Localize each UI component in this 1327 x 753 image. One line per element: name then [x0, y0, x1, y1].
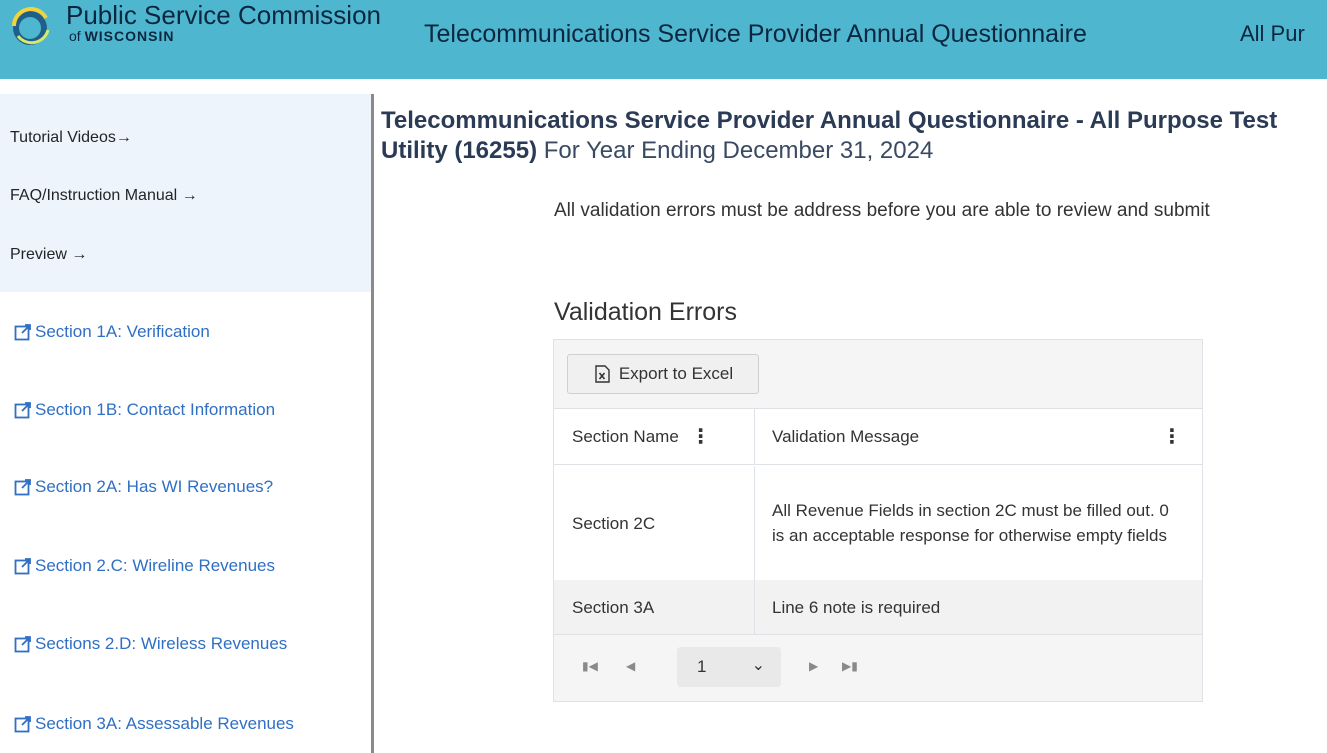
- export-label: Export to Excel: [618, 364, 734, 383]
- sidebar-item-section-1b[interactable]: Section 1B: Contact Information: [14, 399, 275, 421]
- sidebar-item-section-3a[interactable]: Section 3A: Assessable Revenues: [14, 713, 294, 735]
- sidebar-divider[interactable]: [371, 94, 374, 753]
- external-link-icon: [14, 636, 31, 653]
- sidebar-item-section-2d[interactable]: Sections 2.D: Wireless Revenues: [14, 633, 287, 655]
- column-menu-icon[interactable]: ⋮: [691, 424, 711, 449]
- tutorial-videos-link[interactable]: Tutorial Videos→: [10, 128, 132, 148]
- next-page-icon[interactable]: ▶: [809, 659, 818, 673]
- sidebar-item-section-2a[interactable]: Section 2A: Has WI Revenues?: [14, 476, 273, 498]
- validation-notice: All validation errors must be address be…: [554, 200, 1210, 221]
- grid-pager: ▮◀ ◀ 1 ⌄ ▶ ▶▮: [554, 635, 1202, 701]
- column-divider: [754, 466, 755, 635]
- page-number-select[interactable]: 1 ⌄: [677, 647, 781, 687]
- year-ending: For Year Ending December 31, 2024: [543, 137, 934, 164]
- chevron-down-icon: ⌄: [751, 657, 765, 674]
- preview-link[interactable]: Preview →: [10, 245, 87, 265]
- sidebar-item-label: Section 1A: Verification: [35, 322, 210, 341]
- grid-toolbar: Export to Excel: [554, 340, 1202, 409]
- sidebar-item-section-2c[interactable]: Section 2.C: Wireline Revenues: [14, 555, 275, 577]
- table-row-1-section: Section 2C: [572, 513, 656, 533]
- sidebar-item-label: Sections 2.D: Wireless Revenues: [35, 634, 288, 653]
- org-name: Public Service Commission: [66, 0, 381, 30]
- table-row-2-section: Section 3A: [572, 598, 655, 617]
- faq-manual-link[interactable]: FAQ/Instruction Manual →: [10, 186, 198, 206]
- org-state: of WISCONSIN: [69, 28, 175, 44]
- validation-errors-heading: Validation Errors: [554, 298, 737, 326]
- column-header-validation-message[interactable]: Validation Message ⋮: [755, 409, 1202, 465]
- sidebar-item-section-1a[interactable]: Section 1A: Verification: [14, 321, 210, 343]
- first-page-icon[interactable]: ▮◀: [582, 659, 598, 673]
- app-title: Telecommunications Service Provider Annu…: [424, 20, 1087, 48]
- sidebar-item-label: Section 2A: Has WI Revenues?: [35, 477, 274, 496]
- previous-page-icon[interactable]: ◀: [626, 659, 635, 673]
- table-row-2-message: Line 6 note is required: [772, 598, 941, 617]
- external-link-icon: [14, 402, 31, 419]
- validation-errors-grid: Export to Excel Section Name ⋮ Validatio…: [553, 339, 1203, 702]
- psc-logo-icon: [12, 7, 50, 45]
- external-link-icon: [14, 558, 31, 575]
- excel-file-icon: [595, 365, 610, 383]
- app-header: Public Service Commission of WISCONSIN T…: [0, 0, 1327, 79]
- external-link-icon: [14, 716, 31, 733]
- sidebar-help-links: Tutorial Videos→ FAQ/Instruction Manual …: [0, 94, 371, 292]
- sidebar-item-label: Section 3A: Assessable Revenues: [35, 714, 294, 733]
- external-link-icon: [14, 479, 31, 496]
- export-to-excel-button[interactable]: Export to Excel: [567, 354, 759, 394]
- column-header-section-name[interactable]: Section Name ⋮: [554, 409, 755, 465]
- last-page-icon[interactable]: ▶▮: [842, 659, 858, 673]
- column-menu-icon[interactable]: ⋮: [1162, 424, 1182, 449]
- sidebar-item-label: Section 1B: Contact Information: [35, 400, 276, 419]
- external-link-icon: [14, 324, 31, 341]
- sidebar-item-label: Section 2.C: Wireline Revenues: [35, 556, 276, 575]
- table-row-1-message: All Revenue Fields in section 2C must be…: [772, 501, 1169, 545]
- page-title: Telecommunications Service Provider Annu…: [381, 107, 1278, 164]
- app-subtitle-truncated: All Pur: [1240, 21, 1305, 46]
- sidebar: Tutorial Videos→ FAQ/Instruction Manual …: [0, 94, 371, 753]
